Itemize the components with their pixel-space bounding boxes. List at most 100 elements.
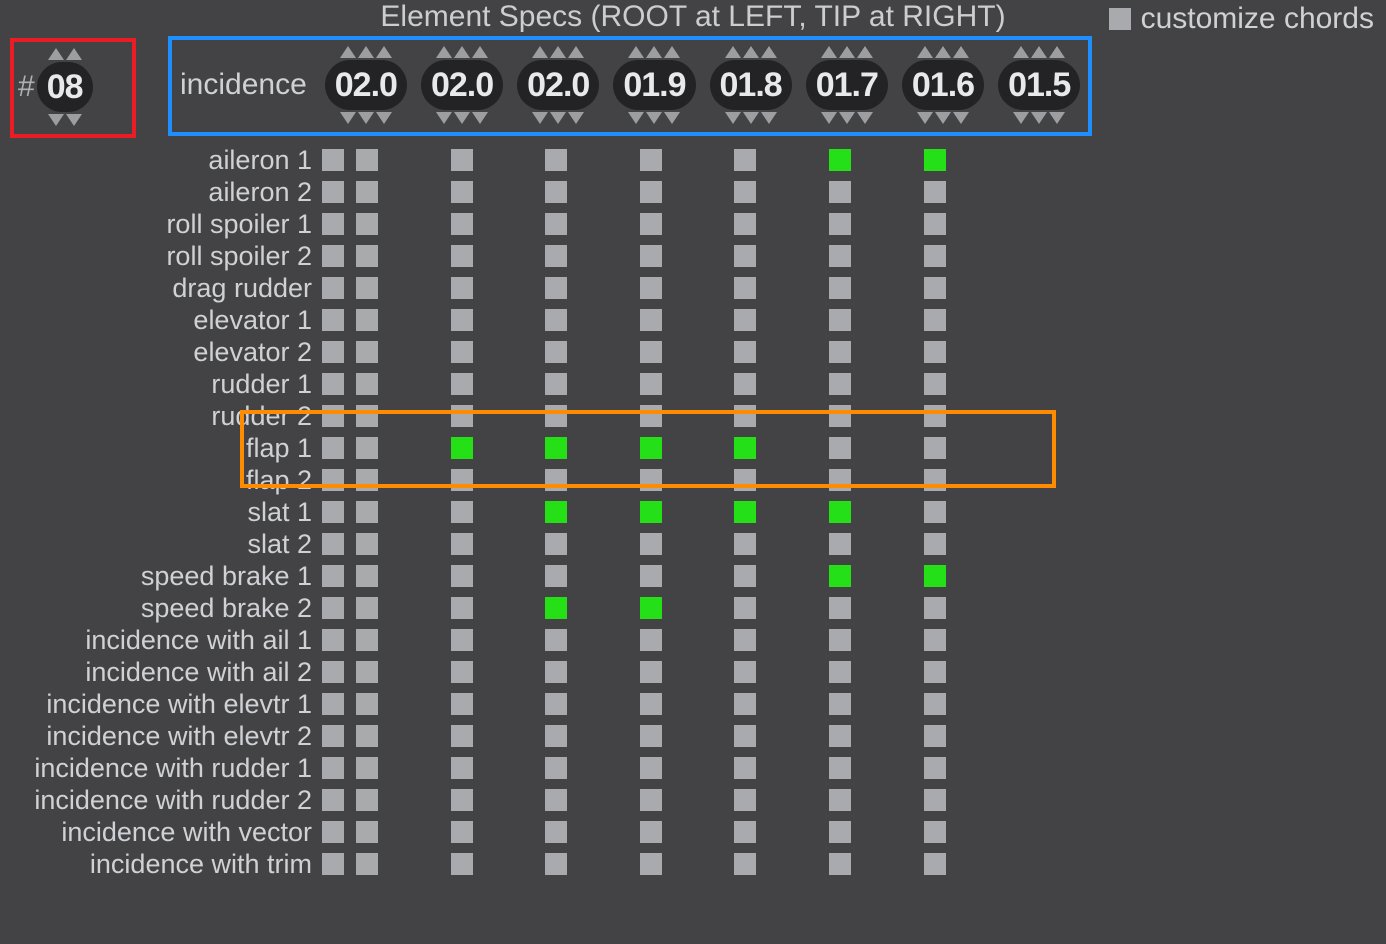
chevron-up-icon[interactable] xyxy=(376,46,392,58)
grid-checkbox[interactable] xyxy=(451,597,473,619)
chevron-down-icon[interactable] xyxy=(436,112,452,124)
grid-checkbox[interactable] xyxy=(545,661,567,683)
grid-checkbox[interactable] xyxy=(322,757,344,779)
grid-checkbox[interactable] xyxy=(640,501,662,523)
grid-checkbox[interactable] xyxy=(545,213,567,235)
grid-checkbox[interactable] xyxy=(451,725,473,747)
chevron-up-icon[interactable] xyxy=(953,46,969,58)
customize-chords-option[interactable]: customize chords xyxy=(1109,2,1374,36)
grid-checkbox[interactable] xyxy=(545,341,567,363)
grid-checkbox[interactable] xyxy=(545,533,567,555)
incidence-value-3[interactable]: 01.9 xyxy=(613,60,695,110)
grid-checkbox[interactable] xyxy=(545,789,567,811)
grid-checkbox[interactable] xyxy=(322,469,344,491)
grid-checkbox[interactable] xyxy=(322,181,344,203)
grid-checkbox[interactable] xyxy=(640,213,662,235)
grid-checkbox[interactable] xyxy=(451,437,473,459)
grid-checkbox[interactable] xyxy=(322,597,344,619)
grid-checkbox[interactable] xyxy=(545,757,567,779)
grid-checkbox[interactable] xyxy=(734,821,756,843)
grid-checkbox[interactable] xyxy=(640,469,662,491)
chevron-up-icon[interactable] xyxy=(340,46,356,58)
grid-checkbox[interactable] xyxy=(829,213,851,235)
grid-checkbox[interactable] xyxy=(829,533,851,555)
grid-checkbox[interactable] xyxy=(545,469,567,491)
grid-checkbox[interactable] xyxy=(734,373,756,395)
grid-checkbox[interactable] xyxy=(924,277,946,299)
grid-checkbox[interactable] xyxy=(356,469,378,491)
grid-checkbox[interactable] xyxy=(829,181,851,203)
grid-checkbox[interactable] xyxy=(924,757,946,779)
grid-checkbox[interactable] xyxy=(640,629,662,651)
grid-checkbox[interactable] xyxy=(356,533,378,555)
grid-checkbox[interactable] xyxy=(829,821,851,843)
grid-checkbox[interactable] xyxy=(545,629,567,651)
grid-checkbox[interactable] xyxy=(322,309,344,331)
grid-checkbox[interactable] xyxy=(640,405,662,427)
grid-checkbox[interactable] xyxy=(734,149,756,171)
grid-checkbox[interactable] xyxy=(356,565,378,587)
grid-checkbox[interactable] xyxy=(356,309,378,331)
chevron-down-icon[interactable] xyxy=(454,112,470,124)
grid-checkbox[interactable] xyxy=(322,853,344,875)
grid-checkbox[interactable] xyxy=(322,821,344,843)
incidence-value-0[interactable]: 02.0 xyxy=(325,60,407,110)
grid-checkbox[interactable] xyxy=(829,437,851,459)
chevron-up-icon[interactable] xyxy=(48,48,64,60)
grid-checkbox[interactable] xyxy=(322,405,344,427)
grid-checkbox[interactable] xyxy=(451,277,473,299)
grid-checkbox[interactable] xyxy=(924,565,946,587)
grid-checkbox[interactable] xyxy=(451,373,473,395)
grid-checkbox[interactable] xyxy=(545,565,567,587)
grid-checkbox[interactable] xyxy=(356,181,378,203)
grid-checkbox[interactable] xyxy=(356,629,378,651)
grid-checkbox[interactable] xyxy=(640,277,662,299)
chevron-up-icon[interactable] xyxy=(628,46,644,58)
chevron-up-icon[interactable] xyxy=(839,46,855,58)
grid-checkbox[interactable] xyxy=(356,213,378,235)
grid-checkbox[interactable] xyxy=(924,149,946,171)
grid-checkbox[interactable] xyxy=(829,405,851,427)
grid-checkbox[interactable] xyxy=(356,501,378,523)
grid-checkbox[interactable] xyxy=(545,853,567,875)
grid-checkbox[interactable] xyxy=(829,853,851,875)
grid-checkbox[interactable] xyxy=(640,693,662,715)
grid-checkbox[interactable] xyxy=(924,821,946,843)
chevron-up-icon[interactable] xyxy=(358,46,374,58)
grid-checkbox[interactable] xyxy=(545,373,567,395)
grid-checkbox[interactable] xyxy=(545,821,567,843)
incidence-spinner-1[interactable]: 02.0 xyxy=(421,46,503,124)
segment-count-value[interactable]: 08 xyxy=(37,62,93,112)
chevron-up-icon[interactable] xyxy=(550,46,566,58)
chevron-down-icon[interactable] xyxy=(550,112,566,124)
grid-checkbox[interactable] xyxy=(322,501,344,523)
grid-checkbox[interactable] xyxy=(640,181,662,203)
grid-checkbox[interactable] xyxy=(734,277,756,299)
chevron-down-icon[interactable] xyxy=(935,112,951,124)
chevron-down-icon[interactable] xyxy=(568,112,584,124)
grid-checkbox[interactable] xyxy=(924,661,946,683)
grid-checkbox[interactable] xyxy=(734,341,756,363)
grid-checkbox[interactable] xyxy=(924,309,946,331)
incidence-spinner-4[interactable]: 01.8 xyxy=(710,46,792,124)
grid-checkbox[interactable] xyxy=(545,597,567,619)
grid-checkbox[interactable] xyxy=(640,757,662,779)
incidence-value-5[interactable]: 01.7 xyxy=(806,60,888,110)
grid-checkbox[interactable] xyxy=(640,245,662,267)
grid-checkbox[interactable] xyxy=(356,597,378,619)
grid-checkbox[interactable] xyxy=(322,149,344,171)
grid-checkbox[interactable] xyxy=(829,597,851,619)
grid-checkbox[interactable] xyxy=(734,533,756,555)
grid-checkbox[interactable] xyxy=(545,437,567,459)
grid-checkbox[interactable] xyxy=(322,277,344,299)
grid-checkbox[interactable] xyxy=(829,693,851,715)
incidence-spinner-5[interactable]: 01.7 xyxy=(806,46,888,124)
grid-checkbox[interactable] xyxy=(451,565,473,587)
grid-checkbox[interactable] xyxy=(322,373,344,395)
grid-checkbox[interactable] xyxy=(829,501,851,523)
grid-checkbox[interactable] xyxy=(734,213,756,235)
grid-checkbox[interactable] xyxy=(829,341,851,363)
grid-checkbox[interactable] xyxy=(924,437,946,459)
grid-checkbox[interactable] xyxy=(734,309,756,331)
grid-checkbox[interactable] xyxy=(451,181,473,203)
